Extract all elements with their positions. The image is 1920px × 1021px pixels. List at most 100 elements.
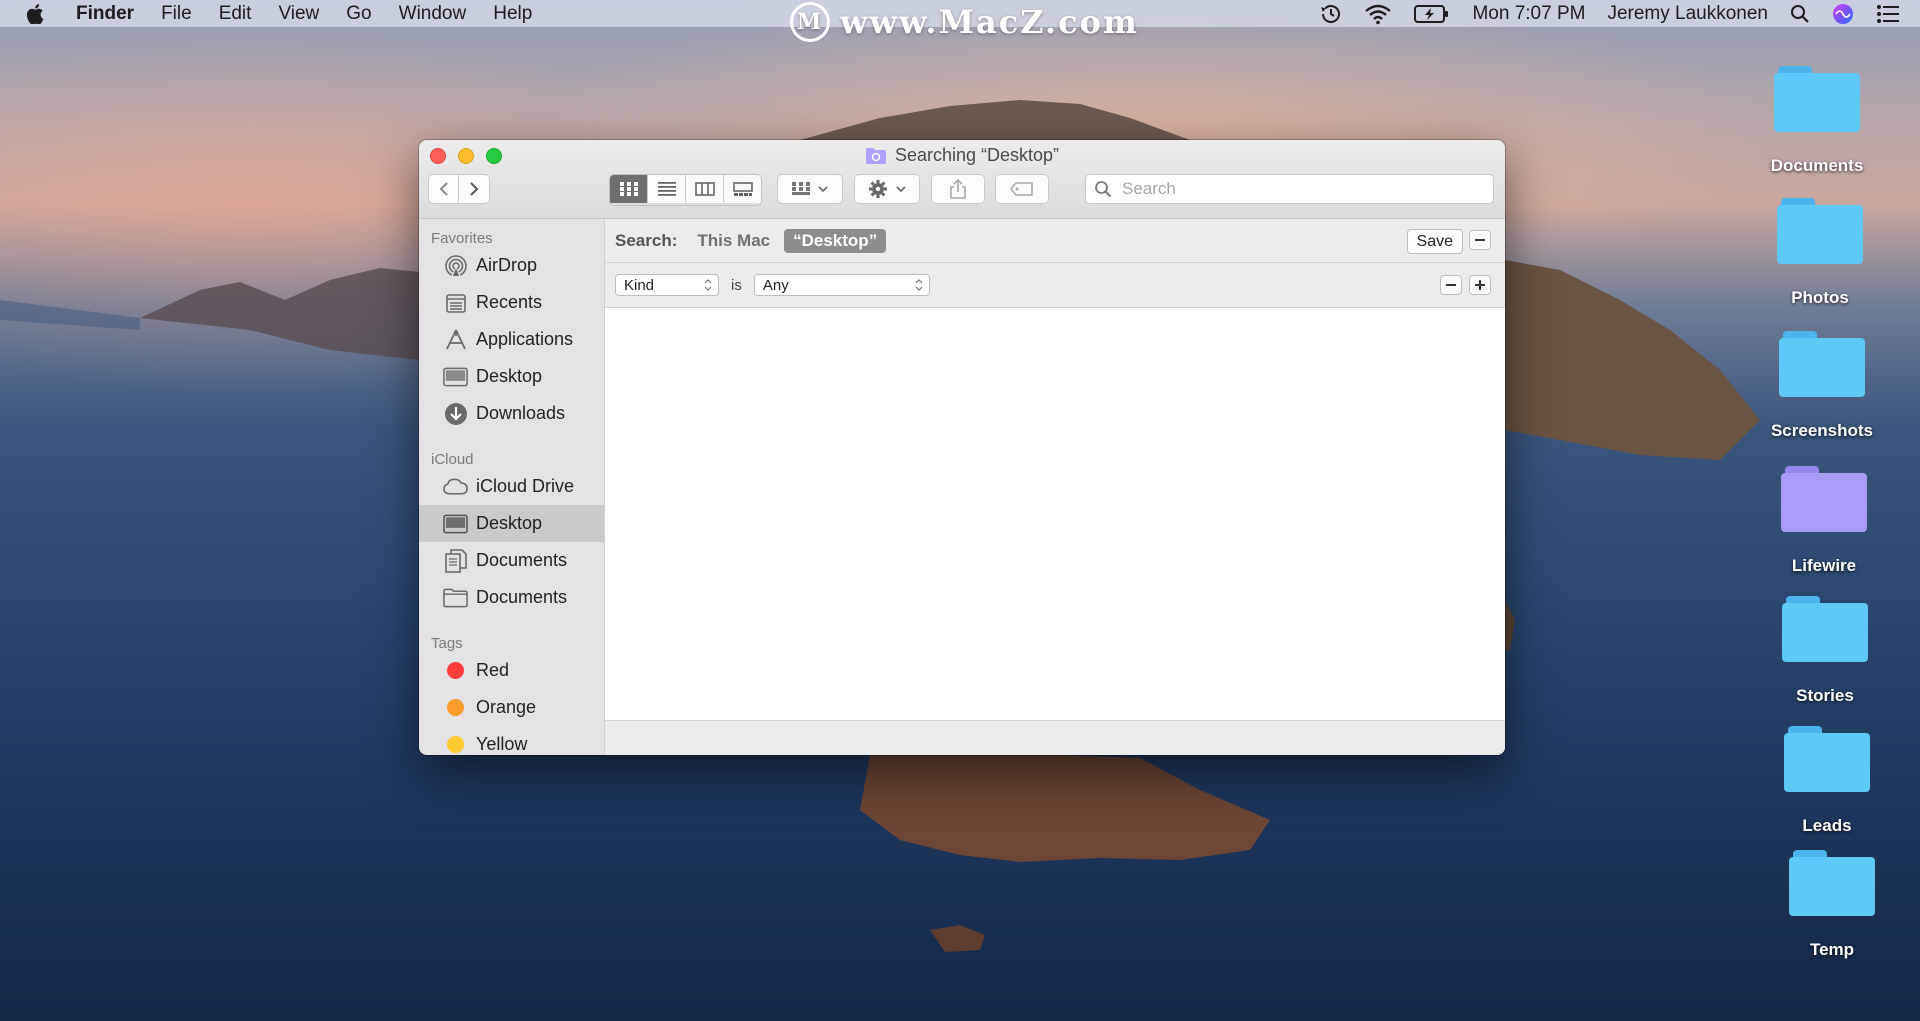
menu-file[interactable]: File	[161, 3, 192, 25]
folder-icon	[443, 585, 468, 610]
sidebar-item-downloads[interactable]: Downloads	[419, 395, 604, 432]
documents-icon	[443, 548, 468, 573]
sidebar-item-icloud-desktop[interactable]: Desktop	[419, 505, 604, 542]
search-scope-label: Search:	[615, 230, 678, 250]
folder-icon	[1784, 726, 1870, 792]
airdrop-icon	[443, 253, 468, 278]
gear-icon	[869, 180, 887, 198]
sidebar-tag-red[interactable]: Red	[419, 652, 604, 689]
watermark-text: www.MacZ.com	[840, 3, 1139, 41]
share-icon	[950, 179, 966, 199]
minus-icon	[1446, 284, 1456, 286]
sidebar-item-label: Red	[476, 660, 510, 680]
desktop-folder-label: Documents	[1770, 156, 1864, 175]
folder-icon	[1774, 66, 1860, 132]
menu-go[interactable]: Go	[346, 3, 371, 25]
red-tag-icon	[447, 662, 464, 679]
search-results-area: Search: This Mac “Desktop” Save Kind is …	[605, 219, 1505, 755]
downloads-icon	[443, 401, 468, 426]
desktop-folder-label: Stories	[1796, 686, 1854, 705]
column-view-button[interactable]	[686, 175, 724, 203]
desktop-folder-screenshots[interactable]: Screenshots	[1757, 331, 1887, 441]
gallery-view-button[interactable]	[724, 175, 761, 203]
sidebar-item-airdrop[interactable]: AirDrop	[419, 247, 604, 284]
criteria-operator-label: is	[731, 276, 742, 294]
menu-window[interactable]: Window	[399, 3, 467, 25]
sidebar-item-recents[interactable]: Recents	[419, 284, 604, 321]
desktop-folder-leads[interactable]: Leads	[1762, 726, 1892, 836]
sidebar-header-icloud: iCloud	[431, 451, 474, 468]
criteria-value-popup[interactable]: Any	[753, 274, 930, 296]
criteria-value-text: Any	[762, 276, 789, 294]
sidebar-item-label: Orange	[476, 697, 537, 717]
sidebar-item-label: Desktop	[476, 513, 543, 533]
search-field[interactable]	[1085, 174, 1494, 204]
criteria-attribute-popup[interactable]: Kind	[615, 274, 719, 296]
group-by-button[interactable]	[777, 174, 843, 204]
desktop-folder-documents[interactable]: Documents	[1752, 66, 1882, 176]
edit-tags-button[interactable]	[995, 174, 1049, 204]
sidebar: Favorites AirDrop Recents Applications D…	[419, 219, 605, 755]
menu-app-name[interactable]: Finder	[76, 3, 134, 25]
menu-view[interactable]: View	[278, 3, 319, 25]
notification-center-icon[interactable]	[1876, 4, 1900, 24]
desktop-folder-lifewire[interactable]: Lifewire	[1759, 466, 1889, 576]
search-input[interactable]	[1120, 178, 1484, 200]
sidebar-item-desktop[interactable]: Desktop	[419, 358, 604, 395]
search-scope-bar: Search: This Mac “Desktop” Save	[605, 219, 1505, 263]
add-criteria-button[interactable]	[1469, 275, 1491, 295]
results-list[interactable]	[605, 308, 1505, 721]
menu-edit[interactable]: Edit	[219, 3, 252, 25]
scope-desktop-button[interactable]: “Desktop”	[784, 228, 887, 253]
share-button[interactable]	[931, 174, 985, 204]
sidebar-item-icloud-drive[interactable]: iCloud Drive	[419, 468, 604, 505]
desktop-folder-photos[interactable]: Photos	[1755, 198, 1885, 308]
save-search-button[interactable]: Save	[1406, 229, 1463, 254]
window-title-bar: Searching “Desktop”	[419, 145, 1505, 166]
sidebar-item-label: AirDrop	[476, 255, 538, 275]
back-button[interactable]	[428, 174, 459, 204]
sidebar-tag-yellow[interactable]: Yellow	[419, 726, 604, 755]
orange-tag-icon	[447, 699, 464, 716]
folder-icon	[1777, 198, 1863, 264]
desktop-folder-temp[interactable]: Temp	[1767, 850, 1897, 960]
sidebar-header-tags: Tags	[431, 635, 463, 652]
remove-search-button[interactable]	[1469, 230, 1491, 250]
list-view-button[interactable]	[648, 175, 686, 203]
desktop-folder-stories[interactable]: Stories	[1760, 596, 1890, 706]
time-machine-icon[interactable]	[1318, 3, 1342, 25]
sidebar-item-applications[interactable]: Applications	[419, 321, 604, 358]
macz-logo-icon: M	[790, 2, 830, 42]
siri-icon[interactable]	[1832, 3, 1854, 25]
minus-icon	[1475, 239, 1485, 241]
sidebar-item-label: Recents	[476, 292, 543, 312]
menu-clock[interactable]: Mon 7:07 PM	[1472, 3, 1585, 25]
sidebar-item-label: Documents	[476, 550, 568, 570]
criteria-attribute-value: Kind	[624, 276, 655, 294]
sidebar-item-label: Documents	[476, 587, 568, 607]
desktop-icon	[443, 364, 468, 389]
sidebar-item-icloud-documents[interactable]: Documents	[419, 542, 604, 579]
remove-criteria-button[interactable]	[1440, 275, 1462, 295]
window-title: Searching “Desktop”	[894, 145, 1060, 165]
sidebar-item-documents-folder[interactable]: Documents	[419, 579, 604, 616]
recents-icon	[443, 290, 468, 315]
finder-window: Searching “Desktop” Search Favorites Air…	[419, 140, 1505, 755]
up-down-chevron-icon	[704, 279, 712, 291]
forward-button[interactable]	[458, 174, 490, 204]
desktop-folder-label: Lifewire	[1791, 556, 1857, 575]
action-menu-button[interactable]	[854, 174, 920, 204]
icon-view-button[interactable]	[610, 175, 648, 203]
desktop-folder-label: Photos	[1791, 288, 1849, 307]
yellow-tag-icon	[447, 736, 464, 753]
battery-charging-icon[interactable]	[1414, 4, 1450, 24]
menu-user-name[interactable]: Jeremy Laukkonen	[1607, 3, 1768, 25]
sidebar-tag-orange[interactable]: Orange	[419, 689, 604, 726]
sidebar-item-label: Downloads	[476, 403, 566, 423]
menu-help[interactable]: Help	[493, 3, 532, 25]
scope-this-mac-button[interactable]: This Mac	[697, 231, 770, 251]
spotlight-search-icon[interactable]	[1790, 4, 1810, 24]
plus-icon	[1475, 280, 1485, 290]
wifi-icon[interactable]	[1364, 3, 1392, 25]
apple-menu-icon[interactable]	[26, 3, 44, 24]
